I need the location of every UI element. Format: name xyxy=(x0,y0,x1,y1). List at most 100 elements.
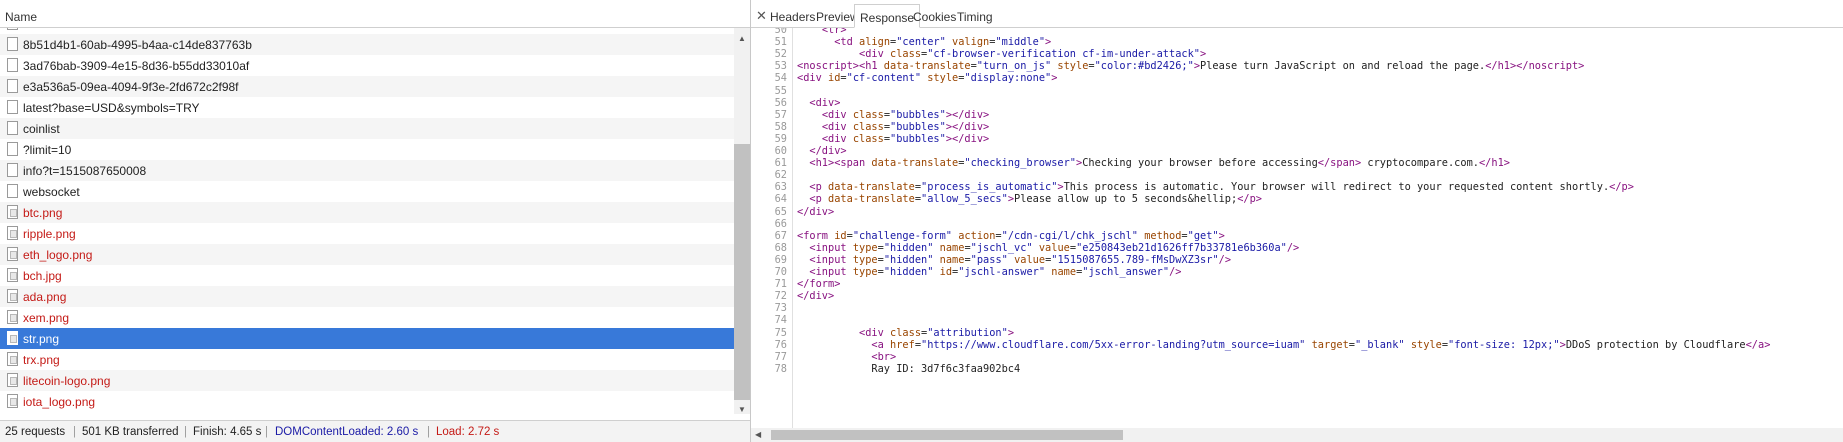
devtools-network-panel: Name dc5c5dba-1469-44d5-8db5-ffdceeb9f0 8… xyxy=(0,0,1843,442)
line-content: <h1><span data-translate="checking_brows… xyxy=(809,157,1510,170)
request-row[interactable]: websocket xyxy=(0,181,734,202)
line-number: 60 xyxy=(774,145,787,157)
line-number: 55 xyxy=(774,84,787,97)
request-row[interactable]: info?t=1515087650008 xyxy=(0,160,734,181)
request-name: coinlist xyxy=(23,122,60,136)
request-row[interactable]: xem.png xyxy=(0,307,734,328)
line-number: 56 xyxy=(774,96,787,109)
line-number: 65 xyxy=(774,205,787,218)
line-number: 77 xyxy=(774,350,787,363)
image-file-icon xyxy=(7,247,18,261)
line-number: 54 xyxy=(774,72,787,85)
scroll-up-arrow-icon[interactable]: ▲ xyxy=(738,34,746,43)
line-number: 74 xyxy=(774,314,787,327)
request-row[interactable]: ada.png xyxy=(0,286,734,307)
line-content: </div> xyxy=(809,145,847,157)
status-dom-content-loaded: DOMContentLoaded: 2.60 s xyxy=(275,426,419,438)
image-file-icon xyxy=(7,394,18,408)
line-number: 58 xyxy=(774,120,787,133)
response-horizontal-scrollbar-thumb[interactable] xyxy=(771,430,1123,440)
line-content: <a href="https://www.cloudflare.com/5xx-… xyxy=(871,338,1771,351)
request-list: dc5c5dba-1469-44d5-8db5-ffdceeb9f0 8b51d4… xyxy=(0,28,734,414)
request-row[interactable]: 3ad76bab-3909-4e15-8d36-b55dd33010af xyxy=(0,55,734,76)
request-row[interactable]: bch.jpg xyxy=(0,265,734,286)
name-column-header[interactable]: Name xyxy=(0,4,750,28)
request-row[interactable]: eth_logo.png xyxy=(0,244,734,265)
line-content: <td align="center" valign="middle"> xyxy=(834,36,1052,49)
line-number: 51 xyxy=(774,36,787,49)
line-number: 78 xyxy=(774,362,787,375)
line-content: <p data-translate="process_is_automatic"… xyxy=(809,181,1634,194)
request-row[interactable]: e3a536a5-09ea-4094-9f3e-2fd672c2f98f xyxy=(0,76,734,97)
line-content: <p data-translate="allow_5_secs">Please … xyxy=(809,193,1263,206)
scroll-left-arrow-icon[interactable]: ◀ xyxy=(755,430,761,439)
line-number: 70 xyxy=(774,266,787,278)
image-file-icon xyxy=(7,268,18,282)
image-file-icon xyxy=(7,205,18,219)
image-file-icon xyxy=(7,331,18,345)
status-load: Load: 2.72 s xyxy=(436,426,500,438)
line-content: <div class="bubbles"></div> xyxy=(821,132,990,145)
request-row[interactable]: 8b51d4b1-60ab-4995-b4aa-c14de837763b xyxy=(0,34,734,55)
status-divider: | xyxy=(73,426,76,438)
line-number: 50 xyxy=(774,28,787,36)
line-content: <tr> xyxy=(821,28,847,36)
request-row[interactable]: btc.png xyxy=(0,202,734,223)
status-divider: | xyxy=(184,426,187,438)
line-number: 63 xyxy=(774,181,787,194)
request-row[interactable]: str.png xyxy=(0,328,734,349)
tab-timing[interactable]: Timing xyxy=(952,4,998,28)
request-name: xem.png xyxy=(23,311,70,325)
request-row[interactable]: iota_logo.png xyxy=(0,391,734,412)
document-file-icon xyxy=(7,121,18,135)
line-content: <br> xyxy=(871,350,897,363)
line-content: <div class="bubbles"></div> xyxy=(821,120,990,133)
status-transferred: 501 KB transferred xyxy=(82,426,179,438)
line-number: 59 xyxy=(774,132,787,145)
detail-tab-bar: ✕ Headers Preview Response Cookies Timing xyxy=(751,4,1843,28)
request-name: 3ad76bab-3909-4e15-8d36-b55dd33010af xyxy=(23,59,250,73)
image-file-icon xyxy=(7,373,18,387)
request-name: litecoin-logo.png xyxy=(23,374,111,388)
line-content: </div> xyxy=(797,290,835,303)
request-row[interactable]: ripple.png xyxy=(0,223,734,244)
request-list-pane: Name dc5c5dba-1469-44d5-8db5-ffdceeb9f0 8… xyxy=(0,0,752,442)
request-name: trx.png xyxy=(23,353,60,367)
document-file-icon xyxy=(7,100,18,114)
line-number: 67 xyxy=(774,229,787,242)
line-content: <div> xyxy=(809,96,841,109)
line-number: 72 xyxy=(774,290,787,303)
line-content: </div> xyxy=(797,205,835,218)
line-number: 68 xyxy=(774,241,787,254)
request-row[interactable]: coinlist xyxy=(0,118,734,139)
name-column-label: Name xyxy=(5,10,38,24)
request-row[interactable]: trx.png xyxy=(0,349,734,370)
line-content: <div class="attribution"> xyxy=(859,326,1015,339)
scroll-down-arrow-icon[interactable]: ▼ xyxy=(738,405,746,414)
line-number: 76 xyxy=(774,338,787,351)
line-number: 61 xyxy=(774,157,787,170)
line-number: 64 xyxy=(774,193,787,206)
line-number: 73 xyxy=(774,302,787,315)
image-file-icon xyxy=(7,226,18,240)
line-content: <form id="challenge-form" action="/cdn-c… xyxy=(797,229,1225,242)
line-content: <div class="cf-browser-verification cf-i… xyxy=(859,48,1207,61)
request-name: info?t=1515087650008 xyxy=(23,164,147,178)
request-name: str.png xyxy=(23,332,60,346)
request-name: ada.png xyxy=(23,290,67,304)
request-row[interactable]: litecoin-logo.png xyxy=(0,370,734,391)
request-name: iota_logo.png xyxy=(23,395,96,409)
request-row[interactable]: latest?base=USD&symbols=TRY xyxy=(0,97,734,118)
status-divider: | xyxy=(265,426,268,438)
request-name: dc5c5dba-1469-44d5-8db5-ffdceeb9f0 xyxy=(23,28,227,31)
request-row[interactable]: ?limit=10 xyxy=(0,139,734,160)
line-content: <noscript><h1 data-translate="turn_on_js… xyxy=(797,60,1585,73)
document-file-icon xyxy=(7,142,18,156)
document-file-icon xyxy=(7,79,18,93)
request-name: websocket xyxy=(23,185,80,199)
request-list-scrollbar-thumb[interactable] xyxy=(734,144,750,400)
line-number: 53 xyxy=(774,60,787,73)
line-content: <div class="bubbles"></div> xyxy=(821,108,990,121)
status-divider: | xyxy=(427,426,430,438)
line-content: <input type="hidden" id="jschl-answer" n… xyxy=(809,266,1182,278)
